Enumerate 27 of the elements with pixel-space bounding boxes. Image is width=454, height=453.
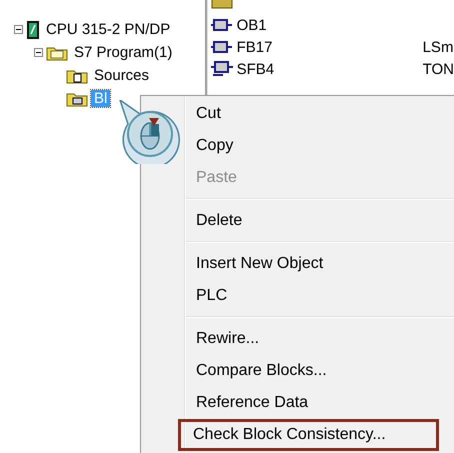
folder-icon [210, 0, 233, 9]
folder-icon [66, 68, 88, 84]
menu-item[interactable]: Check Block Consistency... [178, 419, 439, 451]
tree-item[interactable]: CPU 315-2 PN/DP [43, 21, 174, 38]
block-name[interactable]: FB17 [236, 38, 419, 56]
menu-item[interactable]: Copy [178, 130, 454, 162]
menu-item[interactable]: Delete [178, 205, 454, 237]
block-icon [210, 18, 233, 32]
tree-item[interactable]: S7 Program(1) [71, 44, 176, 61]
folder-icon [66, 90, 88, 106]
menu-item[interactable]: Insert New Object [178, 248, 454, 280]
menu-item[interactable]: Compare Blocks... [178, 355, 454, 387]
menu-item[interactable]: Rewire... [178, 323, 454, 355]
tree-item[interactable]: Sources [91, 67, 152, 84]
collapse-icon[interactable] [34, 48, 43, 57]
menu-item[interactable]: PLC [178, 280, 454, 312]
folder-icon [46, 44, 68, 60]
mouse-click-callout-icon [118, 100, 182, 164]
menu-item[interactable]: Cut [178, 98, 454, 130]
block-name[interactable]: SFB4 [236, 60, 419, 78]
menu-item[interactable]: Reference Data [178, 387, 454, 419]
block-icon [210, 40, 233, 54]
collapse-icon[interactable] [14, 25, 23, 34]
block-comment: LSm [422, 38, 454, 56]
block-comment: TON [422, 60, 454, 78]
cpu-icon [26, 20, 40, 40]
block-name[interactable]: OB1 [236, 16, 419, 34]
